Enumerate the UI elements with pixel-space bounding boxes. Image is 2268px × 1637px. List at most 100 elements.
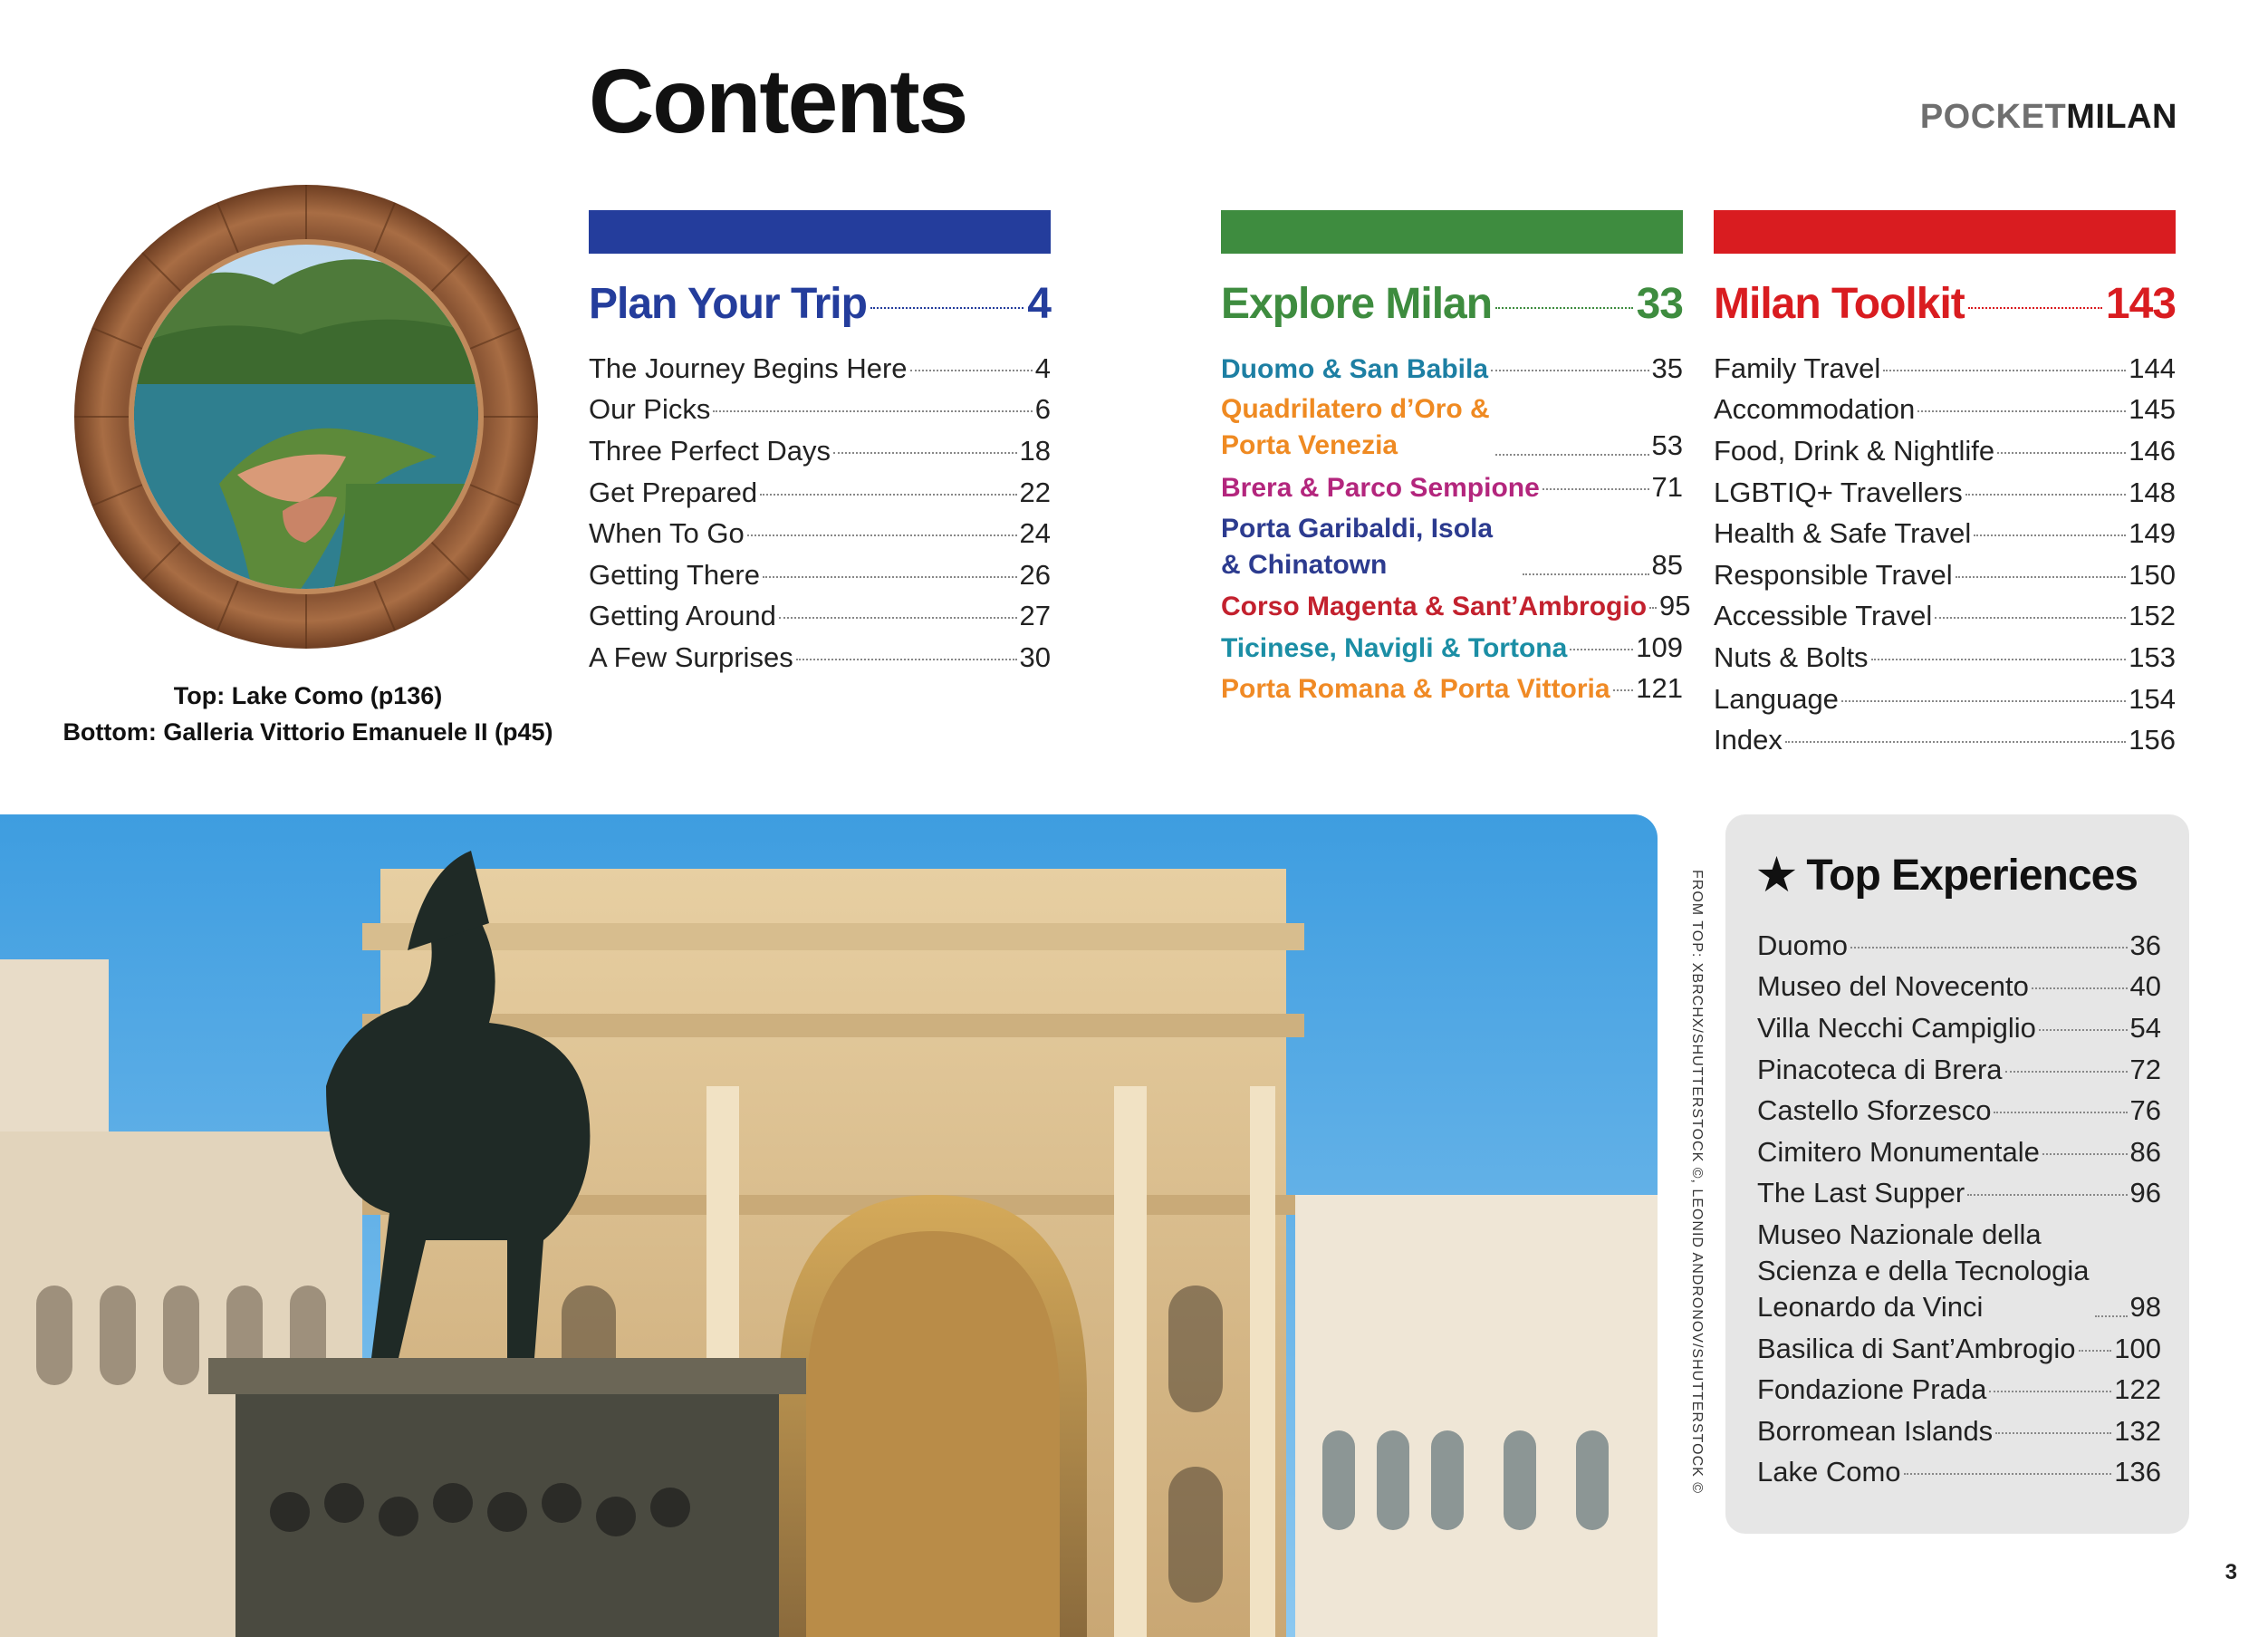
- toc-entry[interactable]: Language 154: [1714, 681, 2176, 717]
- toc-entry-label: Museo del Novecento: [1757, 970, 2029, 1003]
- toc-entry-page: 35: [1651, 351, 1683, 384]
- toolkit-heading[interactable]: Milan Toolkit 143: [1714, 280, 2177, 329]
- toc-entry[interactable]: Index 156: [1714, 722, 2176, 758]
- toc-entry-page: 76: [2129, 1094, 2161, 1127]
- toc-entry[interactable]: Family Travel 144: [1714, 351, 2176, 387]
- toc-entry-label: Porta Romana & Porta Vittoria: [1221, 674, 1610, 705]
- leader-dots: [2095, 1314, 2128, 1317]
- toc-entry-label: Three Perfect Days: [589, 434, 831, 467]
- toc-entry-label: Museo Nazionale della Scienza e della Te…: [1757, 1218, 2090, 1323]
- leader-dots: [760, 493, 1017, 496]
- explore-heading[interactable]: Explore Milan 33: [1221, 280, 1684, 329]
- toc-entry[interactable]: A Few Surprises 30: [589, 640, 1051, 676]
- toc-entry[interactable]: Getting Around 27: [589, 598, 1051, 634]
- toc-entry-label: Health & Safe Travel: [1714, 517, 1972, 550]
- toc-entry[interactable]: Borromean Islands 132: [1757, 1413, 2161, 1449]
- toc-entry-label: Getting There: [589, 558, 760, 591]
- photo-caption: Top: Lake Como (p136) Bottom: Galleria V…: [54, 678, 562, 750]
- toc-entry-page: 122: [2114, 1373, 2161, 1406]
- toc-entry-page: 145: [2129, 393, 2176, 426]
- leader-dots: [870, 307, 1024, 309]
- toc-entry[interactable]: Basilica di Sant’Ambrogio 100: [1757, 1331, 2161, 1367]
- brand-logo: POCKETMILAN: [1920, 98, 2177, 137]
- leader-dots: [1542, 487, 1649, 490]
- leader-dots: [1965, 493, 2127, 496]
- leader-dots: [2078, 1349, 2112, 1352]
- toc-entry-page: 24: [1019, 517, 1051, 550]
- explore-heading-page: 33: [1636, 280, 1684, 328]
- toc-entry[interactable]: Get Prepared 22: [589, 475, 1051, 511]
- toc-entry-page: 149: [2129, 517, 2176, 550]
- toc-entry-label: Basilica di Sant’Ambrogio: [1757, 1332, 2076, 1364]
- toc-entry-label: Get Prepared: [589, 476, 758, 508]
- toc-entry-label: Quadrilatero d’Oro & Porta Venezia: [1221, 394, 1490, 461]
- toc-entry[interactable]: Duomo 36: [1757, 928, 2161, 964]
- leader-dots: [1967, 307, 2102, 309]
- photo-credit: FROM TOP: XBRCHX/SHUTTERSTOCK ©, LEONID …: [1677, 870, 1714, 1613]
- toc-entry-page: 148: [2129, 476, 2176, 508]
- toc-entry[interactable]: LGBTIQ+ Travellers 148: [1714, 475, 2176, 511]
- toc-entry-page: 156: [2129, 724, 2176, 756]
- toc-entry-label: The Journey Begins Here: [589, 351, 908, 384]
- explore-color-bar: [1221, 210, 1683, 254]
- toc-entry[interactable]: Ticinese, Navigli & Tortona 109: [1221, 630, 1683, 666]
- toc-entry[interactable]: Duomo & San Babila 35: [1221, 351, 1683, 387]
- toc-entry[interactable]: Museo del Novecento 40: [1757, 968, 2161, 1005]
- leader-dots: [713, 410, 1033, 413]
- leader-dots: [1570, 648, 1634, 650]
- toc-entry[interactable]: When To Go 24: [589, 515, 1051, 552]
- toc-entry[interactable]: Accommodation 145: [1714, 391, 2176, 428]
- toc-entry-label: Lake Como: [1757, 1456, 1901, 1488]
- toc-entry-page: 27: [1019, 600, 1051, 632]
- toc-entry[interactable]: Our Picks 6: [589, 391, 1051, 428]
- toc-entry[interactable]: Cimitero Monumentale 86: [1757, 1134, 2161, 1170]
- toc-entry[interactable]: Quadrilatero d’Oro & Porta Venezia 53: [1221, 391, 1683, 464]
- toc-entry[interactable]: Food, Drink & Nightlife 146: [1714, 433, 2176, 469]
- toc-entry[interactable]: The Journey Begins Here 4: [589, 351, 1051, 387]
- toc-entry-page: 146: [2129, 434, 2176, 467]
- top-experiences-box: ★ Top Experiences Duomo 36 Museo del Nove…: [1725, 814, 2189, 1534]
- toc-entry[interactable]: Brera & Parco Sempione 71: [1221, 469, 1683, 506]
- toc-entry[interactable]: Getting There 26: [589, 557, 1051, 593]
- toc-entry-label: Ticinese, Navigli & Tortona: [1221, 632, 1568, 663]
- toc-entry-label: Duomo: [1757, 929, 1848, 961]
- toc-entry[interactable]: Lake Como 136: [1757, 1454, 2161, 1490]
- toc-entry-page: 4: [1034, 351, 1051, 384]
- milan-toolkit-section: Milan Toolkit 143 Family Travel 144 Accom…: [1714, 210, 2177, 764]
- toc-entry[interactable]: Health & Safe Travel 149: [1714, 515, 2176, 552]
- toc-entry-page: 6: [1034, 393, 1051, 426]
- toc-entry-page: 96: [2129, 1177, 2161, 1209]
- toc-entry-page: 53: [1651, 429, 1683, 462]
- leader-dots: [1903, 1473, 2112, 1476]
- toc-entry[interactable]: Nuts & Bolts 153: [1714, 640, 2176, 676]
- toc-entry-page: 86: [2129, 1135, 2161, 1168]
- plan-heading-label: Plan Your Trip: [589, 280, 868, 328]
- leader-dots: [2031, 987, 2128, 990]
- page-title: Contents: [589, 51, 968, 152]
- leader-dots: [2004, 1070, 2128, 1073]
- toc-entry-page: 132: [2114, 1414, 2161, 1447]
- toc-entry[interactable]: Three Perfect Days 18: [589, 433, 1051, 469]
- toc-entry-label: Brera & Parco Sempione: [1221, 472, 1540, 503]
- leader-dots: [1917, 410, 2127, 413]
- toc-entry[interactable]: Corso Magenta & Sant’Ambrogio 95: [1221, 588, 1691, 624]
- toc-entry-page: 18: [1019, 434, 1051, 467]
- toc-entry[interactable]: Porta Garibaldi, Isola & Chinatown 85: [1221, 511, 1683, 583]
- toc-entry[interactable]: Fondazione Prada 122: [1757, 1372, 2161, 1408]
- toc-entry-label: Borromean Islands: [1757, 1414, 1994, 1447]
- toc-entry[interactable]: Villa Necchi Campiglio 54: [1757, 1010, 2161, 1046]
- leader-dots: [1935, 617, 2127, 620]
- toc-entry[interactable]: Castello Sforzesco 76: [1757, 1093, 2161, 1129]
- toc-entry[interactable]: The Last Supper 96: [1757, 1175, 2161, 1211]
- toc-entry[interactable]: Museo Nazionale della Scienza e della Te…: [1757, 1217, 2161, 1325]
- plan-heading[interactable]: Plan Your Trip 4: [589, 280, 1052, 329]
- toc-entry[interactable]: Responsible Travel 150: [1714, 557, 2176, 593]
- toc-entry[interactable]: Pinacoteca di Brera 72: [1757, 1052, 2161, 1088]
- lake-como-photo: [74, 185, 538, 649]
- leader-dots: [833, 451, 1017, 454]
- toc-entry-page: 109: [1636, 631, 1683, 663]
- toc-entry[interactable]: Porta Romana & Porta Vittoria 121: [1221, 670, 1683, 707]
- page-number: 3: [2225, 1560, 2237, 1584]
- toc-entry[interactable]: Accessible Travel 152: [1714, 598, 2176, 634]
- galleria-photo: [0, 814, 1658, 1637]
